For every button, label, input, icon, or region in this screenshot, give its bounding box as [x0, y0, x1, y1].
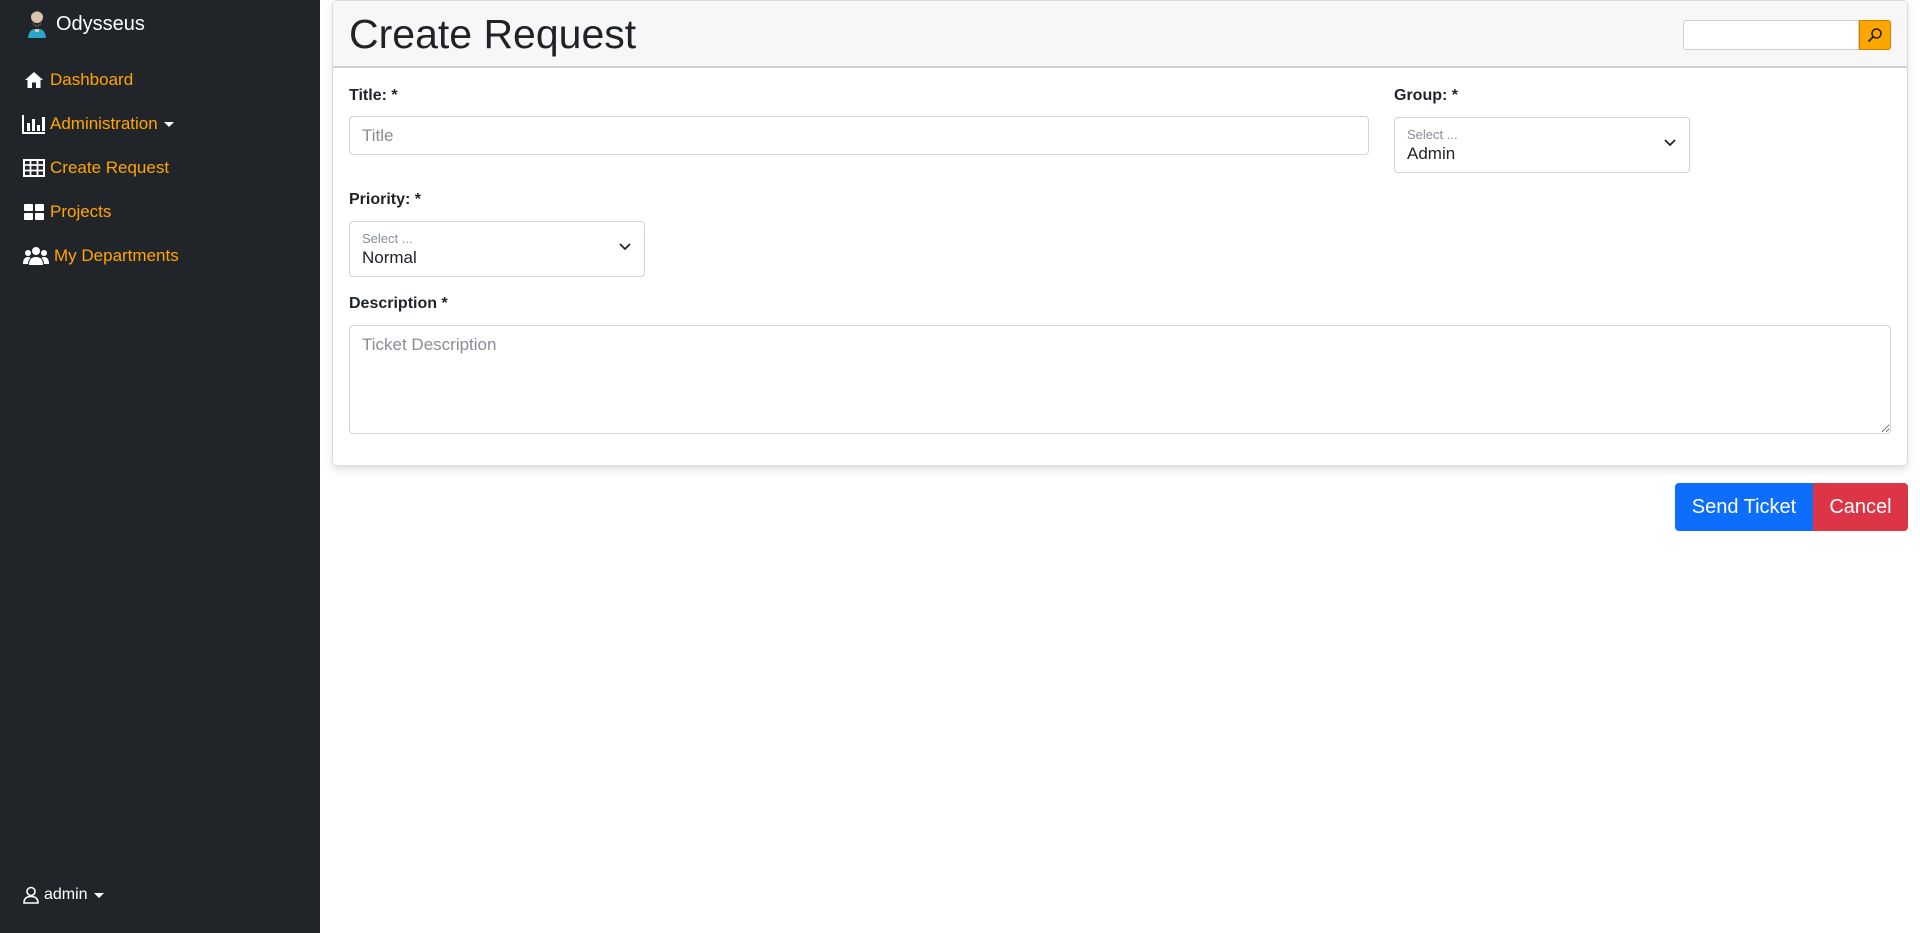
description-textarea[interactable]	[349, 325, 1891, 434]
title-input[interactable]	[349, 116, 1369, 155]
sidebar: Odysseus Dashboard Administration Create…	[0, 0, 320, 933]
caret-down-icon	[93, 892, 104, 898]
priority-select-value: Normal	[362, 248, 417, 267]
sidebar-item-my-departments[interactable]: My Departments	[22, 234, 179, 278]
search-input[interactable]	[1683, 20, 1859, 50]
people-icon	[22, 245, 50, 267]
description-label: Description *	[349, 295, 448, 312]
sidebar-item-label: Projects	[50, 202, 112, 221]
cancel-button[interactable]: Cancel	[1813, 483, 1908, 531]
search-icon	[1867, 28, 1882, 43]
card-header: Create Request	[333, 1, 1907, 68]
search-bar	[1683, 20, 1891, 50]
group-select-value: Admin	[1407, 144, 1456, 163]
sidebar-item-administration[interactable]: Administration	[22, 102, 179, 146]
chevron-down-icon	[619, 243, 631, 251]
sidebar-nav: Dashboard Administration Create Request …	[22, 58, 179, 278]
home-icon	[22, 69, 46, 91]
sidebar-item-label: My Departments	[54, 246, 179, 265]
bar-chart-icon	[22, 113, 46, 135]
priority-label: Priority: *	[349, 191, 422, 208]
group-label: Group: *	[1394, 87, 1458, 104]
app-name: Odysseus	[56, 12, 145, 35]
user-menu[interactable]: admin	[22, 886, 104, 904]
odysseus-logo-icon	[28, 11, 46, 38]
user-name: admin	[44, 886, 88, 903]
sidebar-item-projects[interactable]: Projects	[22, 190, 179, 234]
sidebar-item-dashboard[interactable]: Dashboard	[22, 58, 179, 102]
priority-select-hint: Select ...	[362, 231, 413, 246]
grid-icon	[22, 201, 46, 223]
chevron-down-icon	[1664, 139, 1676, 147]
group-select[interactable]: Select ... Admin	[1394, 117, 1690, 173]
sidebar-item-label: Dashboard	[50, 70, 134, 89]
page-title: Create Request	[349, 11, 637, 57]
brand[interactable]: Odysseus	[22, 8, 145, 40]
create-request-card: Create Request Title: * Group: * Select …	[332, 0, 1908, 466]
title-label: Title: *	[349, 87, 398, 104]
person-icon	[23, 886, 39, 904]
group-select-hint: Select ...	[1407, 127, 1458, 142]
sidebar-item-create-request[interactable]: Create Request	[22, 146, 179, 190]
table-icon	[22, 157, 46, 179]
search-button[interactable]	[1859, 20, 1891, 50]
sidebar-item-label: Administration	[50, 114, 158, 133]
caret-down-icon	[163, 121, 174, 127]
priority-select[interactable]: Select ... Normal	[349, 221, 645, 277]
sidebar-item-label: Create Request	[50, 158, 170, 177]
send-ticket-button[interactable]: Send Ticket	[1675, 483, 1813, 531]
